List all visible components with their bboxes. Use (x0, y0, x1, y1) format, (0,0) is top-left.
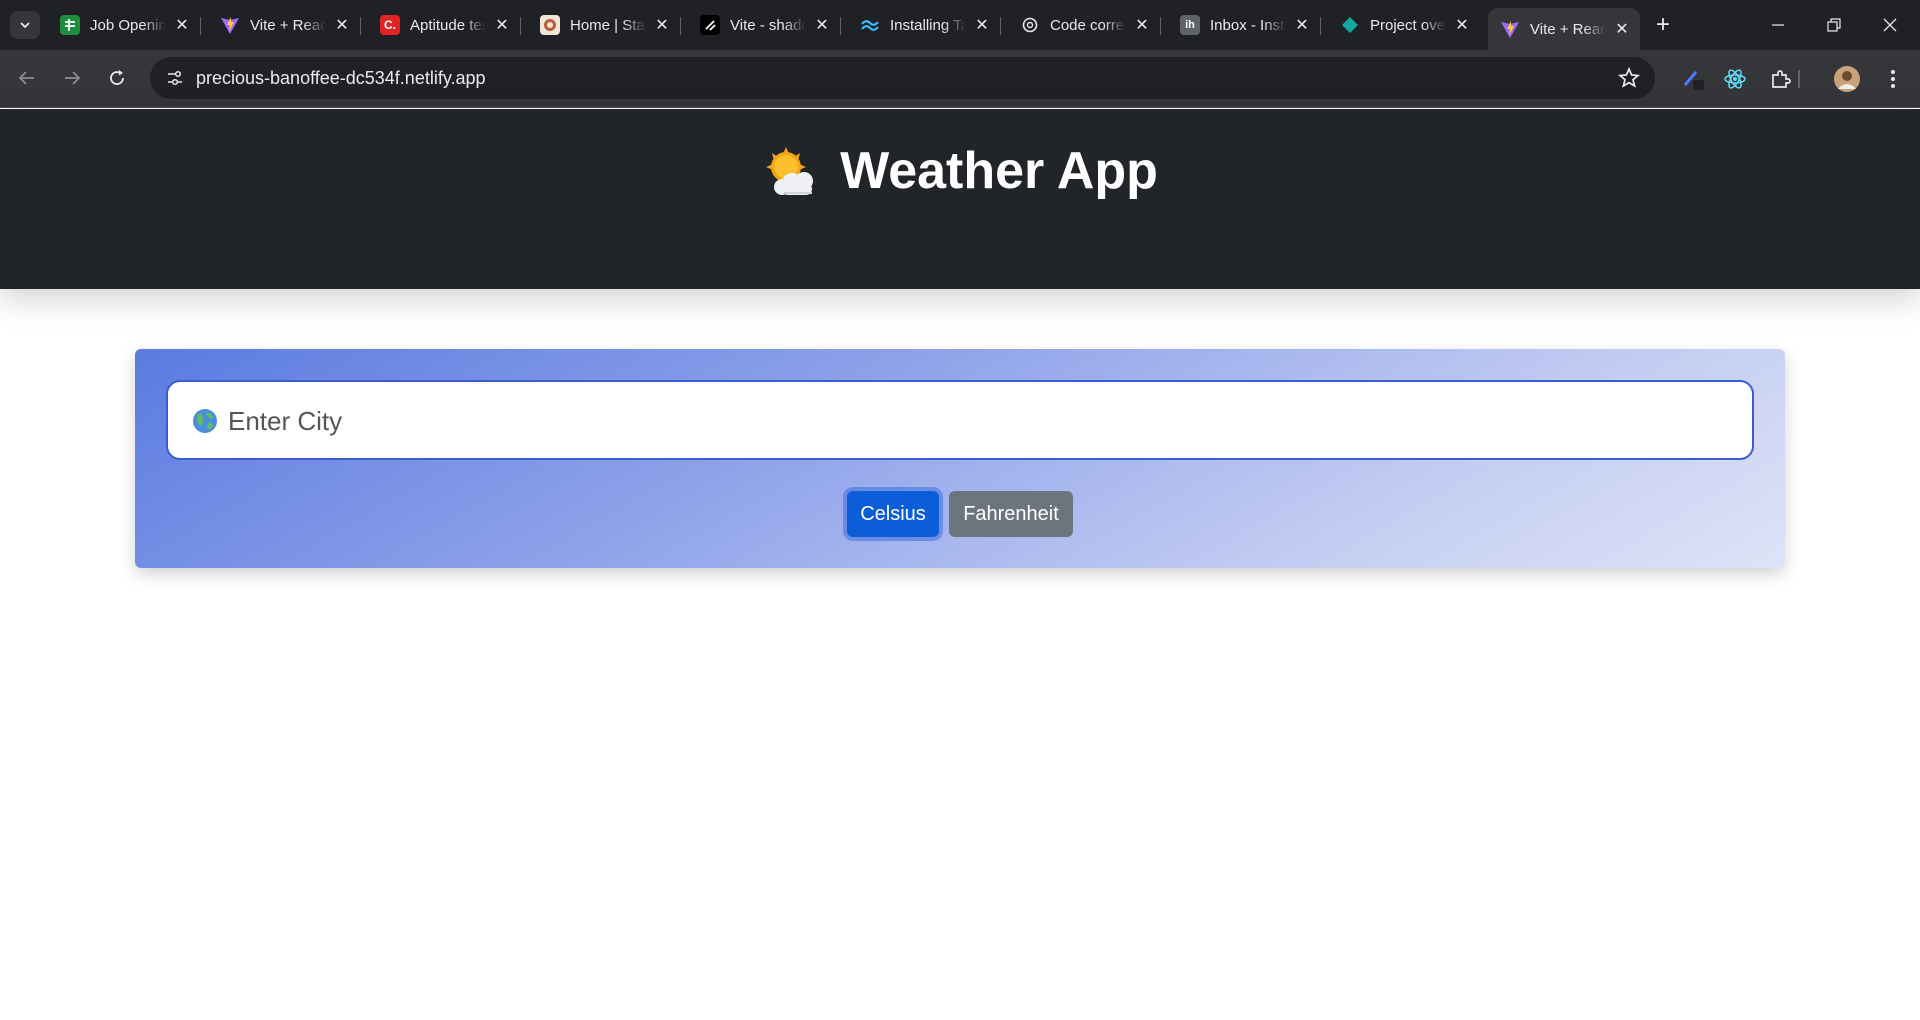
minimize-button[interactable] (1750, 0, 1806, 50)
extension-pen-icon[interactable] (1678, 64, 1708, 94)
tab-project-overview[interactable]: Project overview ✕ (1328, 8, 1480, 42)
reload-icon (110, 70, 124, 85)
fahrenheit-button[interactable]: Fahrenheit (949, 491, 1073, 537)
menu-kebab-icon[interactable] (1878, 64, 1908, 94)
tab-home[interactable]: Home | Start ✕ (528, 8, 681, 42)
openai-icon (1020, 15, 1040, 35)
close-icon[interactable]: ✕ (1132, 15, 1152, 35)
close-icon[interactable]: ✕ (1612, 19, 1632, 39)
address-bar[interactable]: precious-banoffee-dc534f.netlify.app (150, 57, 1655, 99)
tab-title: Vite - shadcn (730, 16, 806, 34)
close-icon[interactable]: ✕ (332, 15, 352, 35)
tab-vite-react-1[interactable]: Vite + React ✕ (208, 8, 361, 42)
back-button[interactable] (10, 61, 44, 95)
tab-title: Installing Tailwind (890, 16, 966, 34)
tab-title: Vite + React (1530, 20, 1606, 38)
close-icon[interactable]: ✕ (812, 15, 832, 35)
tab-separator (1320, 17, 1321, 35)
ih-icon: ih (1180, 15, 1200, 35)
shadcn-icon (700, 15, 720, 35)
close-icon[interactable]: ✕ (652, 15, 672, 35)
restore-button[interactable] (1806, 0, 1862, 50)
browser-toolbar: precious-banoffee-dc534f.netlify.app (0, 50, 1920, 108)
tab-aptitude-test[interactable]: C. Aptitude test ✕ (368, 8, 521, 42)
sheets-icon (60, 15, 80, 35)
globe-icon (193, 409, 217, 433)
close-icon[interactable]: ✕ (172, 15, 192, 35)
tab-separator (200, 17, 201, 35)
toolbar-divider (1798, 70, 1800, 88)
vite-icon (1500, 19, 1520, 39)
chevron-down-icon (20, 22, 30, 29)
tab-title: Inbox - Instahyre (1210, 16, 1286, 34)
tab-title: Aptitude test (410, 16, 486, 34)
tab-installing-tailwind[interactable]: Installing Tailwind ✕ (848, 8, 1001, 42)
city-search-box[interactable] (166, 380, 1754, 460)
tab-separator (520, 17, 521, 35)
app-title-text: Weather App (840, 142, 1158, 200)
tab-vite-shadcn[interactable]: Vite - shadcn ✕ (688, 8, 841, 42)
close-icon[interactable]: ✕ (972, 15, 992, 35)
reload-button[interactable] (100, 61, 134, 95)
restore-icon (1827, 18, 1841, 32)
close-icon[interactable]: ✕ (1452, 15, 1472, 35)
new-tab-button[interactable]: + (1650, 11, 1676, 38)
tab-separator (840, 17, 841, 35)
url-text[interactable]: precious-banoffee-dc534f.netlify.app (196, 68, 486, 89)
minimize-icon (1772, 24, 1784, 26)
tailwind-icon (860, 15, 880, 35)
celsius-button[interactable]: Celsius (847, 491, 939, 537)
close-icon[interactable]: ✕ (1292, 15, 1312, 35)
diamond-icon (1340, 15, 1360, 35)
tab-search-button[interactable] (10, 11, 40, 39)
react-devtools-icon[interactable] (1720, 64, 1750, 94)
tab-separator (360, 17, 361, 35)
search-card: Celsius Fahrenheit (135, 349, 1785, 568)
tab-code-correction[interactable]: Code correction ✕ (1008, 8, 1161, 42)
sun-behind-cloud-icon (766, 147, 814, 195)
close-icon[interactable]: ✕ (492, 15, 512, 35)
tab-title: Code correction (1050, 16, 1126, 34)
forward-button[interactable] (55, 61, 89, 95)
crest-icon (540, 15, 560, 35)
extensions-puzzle-icon[interactable] (1766, 64, 1796, 94)
city-input[interactable] (228, 396, 1728, 446)
tab-vite-react-active[interactable]: Vite + React ✕ (1488, 8, 1640, 50)
c-logo-icon: C. (380, 15, 400, 35)
tab-title: Vite + React (250, 16, 326, 34)
vite-icon (220, 15, 240, 35)
tab-separator (680, 17, 681, 35)
tab-separator (1160, 17, 1161, 35)
arrow-right-icon (65, 71, 81, 85)
tab-separator (1000, 17, 1001, 35)
tab-strip: Job Openings ✕ Vite + React ✕ C. Aptitud… (0, 0, 1920, 50)
arrow-left-icon (18, 71, 34, 85)
page-title: Weather App (0, 141, 1920, 201)
app-header: Weather App (0, 109, 1920, 289)
close-icon (1883, 18, 1897, 32)
tab-inbox-instahyre[interactable]: ih Inbox - Instahyre ✕ (1168, 8, 1321, 42)
site-info-icon[interactable] (160, 63, 190, 93)
tab-title: Home | Start (570, 16, 646, 34)
profile-avatar[interactable] (1832, 64, 1862, 94)
tab-title: Job Openings (90, 16, 166, 34)
tab-job-openings[interactable]: Job Openings ✕ (48, 8, 201, 42)
tab-title: Project overview (1370, 16, 1446, 34)
close-window-button[interactable] (1862, 0, 1918, 50)
bookmark-star-icon[interactable] (1617, 66, 1641, 90)
